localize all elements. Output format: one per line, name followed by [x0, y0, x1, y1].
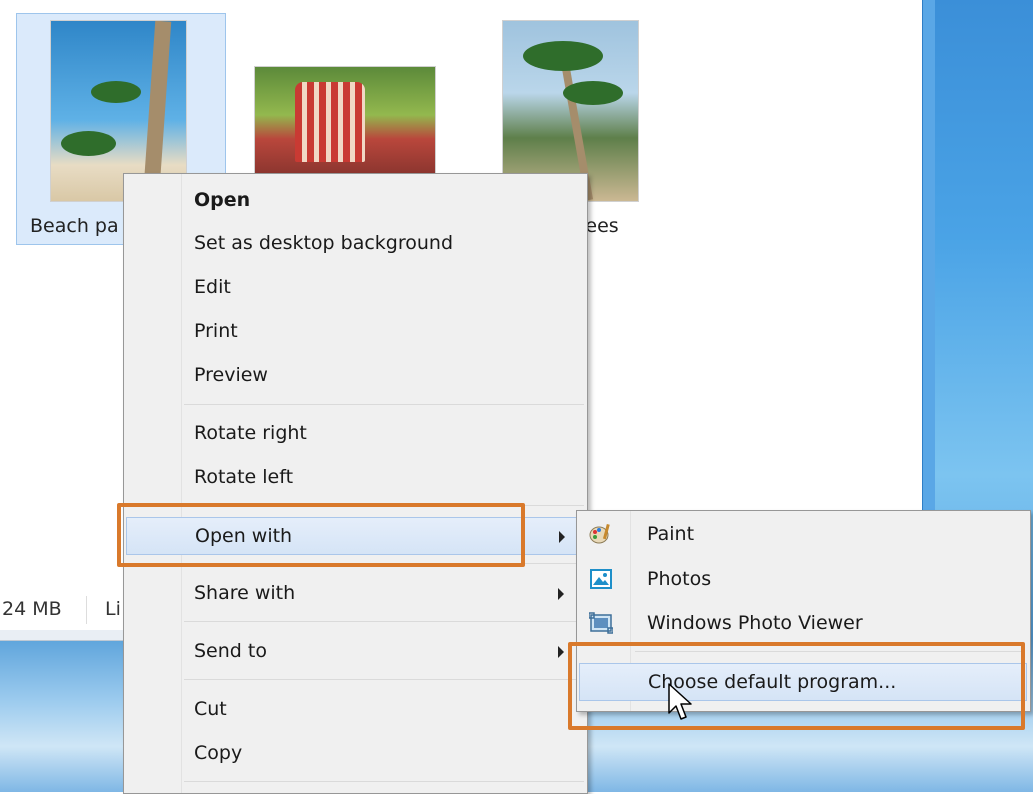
beach-chair-thumbnail[interactable] [254, 66, 436, 188]
submenu-arrow-icon [559, 531, 565, 543]
submenu-item-label: Photos [647, 568, 712, 590]
palm-leaves [563, 81, 623, 105]
submenu-item-label: Windows Photo Viewer [647, 612, 863, 634]
status-divider [86, 596, 87, 624]
menu-item-label: Open [194, 189, 251, 211]
menu-item-label: Rotate left [194, 466, 294, 488]
menu-item-rotate-left[interactable]: Rotate left [126, 459, 584, 497]
menu-item-edit[interactable]: Edit [126, 269, 584, 307]
choose-default-program-callout [568, 642, 1025, 730]
submenu-item-paint[interactable]: Paint [579, 516, 1027, 554]
open-with-callout [117, 503, 525, 567]
menu-item-rotate-right[interactable]: Rotate right [126, 415, 584, 453]
menu-item-share-with[interactable]: Share with [126, 575, 584, 613]
menu-item-label: Share with [194, 582, 296, 604]
mouse-cursor-icon [668, 683, 692, 720]
menu-item-label: Set as desktop background [194, 232, 454, 254]
palm-leaves [61, 131, 116, 156]
status-extra-text: Li [105, 598, 121, 620]
menu-item-set-desktop-background[interactable]: Set as desktop background [126, 225, 584, 263]
menu-separator [184, 679, 584, 680]
menu-item-copy[interactable]: Copy [126, 735, 584, 773]
menu-item-print[interactable]: Print [126, 313, 584, 351]
menu-separator [184, 404, 584, 405]
menu-separator [184, 621, 584, 622]
menu-item-label: Preview [194, 364, 268, 386]
menu-item-label: Copy [194, 742, 243, 764]
submenu-item-label: Paint [647, 523, 695, 545]
menu-item-open[interactable]: Open [126, 182, 584, 220]
beach-chair [295, 82, 365, 162]
menu-item-label: Print [194, 320, 238, 342]
palm-leaves [523, 41, 603, 71]
submenu-item-windows-photo-viewer[interactable]: Windows Photo Viewer [579, 605, 1027, 643]
status-file-size: 24 MB [2, 598, 62, 620]
menu-item-label: Cut [194, 698, 227, 720]
submenu-arrow-icon [558, 646, 564, 658]
menu-item-send-to[interactable]: Send to [126, 633, 584, 671]
context-menu: Open Set as desktop background Edit Prin… [123, 173, 588, 794]
menu-item-label: Rotate right [194, 422, 307, 444]
submenu-arrow-icon [558, 588, 564, 600]
paint-icon [589, 523, 613, 545]
menu-item-preview[interactable]: Preview [126, 357, 584, 395]
menu-item-label: Edit [194, 276, 231, 298]
menu-item-label: Send to [194, 640, 267, 662]
menu-separator [184, 781, 584, 782]
menu-item-cut[interactable]: Cut [126, 691, 584, 729]
palm-leaves [91, 81, 141, 103]
submenu-item-photos[interactable]: Photos [579, 561, 1027, 599]
photo-viewer-icon [588, 612, 614, 634]
photos-icon [589, 568, 613, 590]
file-label-beach-palm: Beach pa [30, 215, 119, 237]
